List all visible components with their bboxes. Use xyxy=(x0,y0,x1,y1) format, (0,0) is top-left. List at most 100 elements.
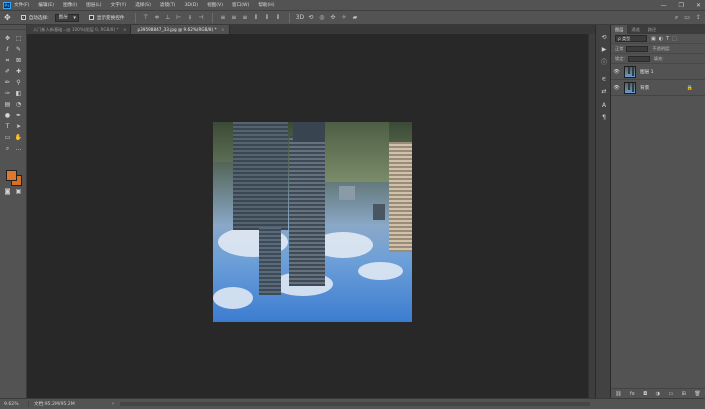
slide-3d-icon[interactable]: ✧ xyxy=(339,13,348,22)
zoom-tool-icon[interactable]: ⌕ xyxy=(3,144,12,153)
layer-row[interactable]: 👁 背景 🔒 xyxy=(611,80,705,96)
healing-brush-tool-icon[interactable]: ✚ xyxy=(14,67,23,76)
marquee-tool-icon[interactable]: ⬚ xyxy=(14,34,23,43)
align-left-icon[interactable]: ⊢ xyxy=(174,13,183,22)
distribute-bottom-icon[interactable]: ≡ xyxy=(240,13,249,22)
path-select-tool-icon[interactable]: ➤ xyxy=(14,122,23,131)
menu-window[interactable]: 窗口(W) xyxy=(232,2,249,8)
menu-select[interactable]: 选择(S) xyxy=(135,2,151,8)
document-image[interactable] xyxy=(213,122,412,322)
paragraph-icon[interactable]: ¶ xyxy=(600,113,608,121)
pen-tool-icon[interactable]: ✒ xyxy=(14,111,23,120)
gradient-tool-icon[interactable]: ▤ xyxy=(3,100,12,109)
foreground-color-swatch[interactable] xyxy=(6,170,17,181)
add-mask-icon[interactable]: ◘ xyxy=(643,391,647,397)
move-tool-icon[interactable]: ✥ xyxy=(3,34,12,43)
adjust-icon[interactable]: ⚟ xyxy=(600,75,608,83)
align-hcenter-icon[interactable]: ⫲ xyxy=(185,13,194,22)
swap-icon[interactable]: ⇄ xyxy=(600,87,608,95)
blend-mode-dropdown[interactable] xyxy=(626,45,649,52)
link-layers-icon[interactable]: ⛓ xyxy=(615,391,621,397)
layer-filter-dropdown[interactable]: ρ 类型 xyxy=(615,35,647,42)
new-layer-icon[interactable]: ⊞ xyxy=(682,391,686,397)
lock-options[interactable] xyxy=(627,55,650,62)
share-icon[interactable]: ⇪ xyxy=(696,14,701,22)
play-actions-icon[interactable]: ▶ xyxy=(600,45,608,53)
auto-select-checkbox[interactable]: ✓ xyxy=(20,15,26,20)
vertical-scrollbar[interactable] xyxy=(588,34,595,398)
distribute-right-icon[interactable]: ⦀ xyxy=(273,13,282,22)
crop-tool-icon[interactable]: ⌗ xyxy=(3,56,12,65)
visibility-eye-icon[interactable]: 👁 xyxy=(613,69,620,75)
layer-name[interactable]: 背景 xyxy=(640,85,649,91)
menu-filter[interactable]: 滤镜(T) xyxy=(160,2,176,8)
group-icon[interactable]: ▭ xyxy=(668,391,673,397)
document-tab-active[interactable]: p39598847_33.jpg @ 9.62%(RGB/8) * × xyxy=(131,25,230,34)
menu-image[interactable]: 图像(I) xyxy=(63,2,77,8)
orbit-3d-icon[interactable]: ⟲ xyxy=(306,13,315,22)
zoom-level[interactable]: 9.62% xyxy=(0,402,28,407)
eraser-tool-icon[interactable]: ◧ xyxy=(14,89,23,98)
menu-help[interactable]: 帮助(H) xyxy=(258,2,274,8)
align-vcenter-icon[interactable]: ≑ xyxy=(152,13,161,22)
minimize-button[interactable]: — xyxy=(661,2,667,9)
close-button[interactable]: ✕ xyxy=(696,2,701,9)
canvas-area[interactable] xyxy=(35,34,588,398)
dodge-tool-icon[interactable]: ● xyxy=(3,111,12,120)
filter-type-icon[interactable]: T xyxy=(666,36,669,42)
tab-paths[interactable]: 路径 xyxy=(644,25,660,34)
distribute-left-icon[interactable]: ⦀ xyxy=(251,13,260,22)
layer-style-icon[interactable]: fx xyxy=(630,391,635,397)
workspace-icon[interactable]: ▭ xyxy=(684,14,690,22)
scale-3d-icon[interactable]: ▰ xyxy=(350,13,359,22)
blur-tool-icon[interactable]: ◔ xyxy=(14,100,23,109)
history-brush-tool-icon[interactable]: ✑ xyxy=(3,89,12,98)
tab-close-icon[interactable]: × xyxy=(123,27,127,32)
show-transform-checkbox[interactable] xyxy=(88,15,94,20)
align-bottom-icon[interactable]: ⊥ xyxy=(163,13,172,22)
align-right-icon[interactable]: ⊣ xyxy=(196,13,205,22)
menu-edit[interactable]: 编辑(E) xyxy=(38,2,54,8)
visibility-eye-icon[interactable]: 👁 xyxy=(613,85,620,91)
document-tab[interactable]: 人门新人新基础...@ 100%(图层 0, RGB/8) * × xyxy=(27,25,132,34)
menu-3d[interactable]: 3D(D) xyxy=(184,3,198,8)
align-top-icon[interactable]: ⊤ xyxy=(141,13,150,22)
distribute-top-icon[interactable]: ≡ xyxy=(218,13,227,22)
screen-mode-icon[interactable]: ▣ xyxy=(14,187,23,196)
info-icon[interactable]: ⓘ xyxy=(600,57,608,66)
hand-tool-icon[interactable]: ✋ xyxy=(14,133,23,142)
brush-tool-icon[interactable]: ✏ xyxy=(3,78,12,87)
tab-layers[interactable]: 图层 xyxy=(611,25,628,34)
layer-row[interactable]: 👁 图层 1 xyxy=(611,64,705,80)
distribute-vcenter-icon[interactable]: ≡ xyxy=(229,13,238,22)
clone-stamp-tool-icon[interactable]: ⚲ xyxy=(14,78,23,87)
more-tools-icon[interactable]: … xyxy=(14,144,23,153)
lasso-tool-icon[interactable]: ℓ xyxy=(3,45,12,54)
filter-adjust-icon[interactable]: ◐ xyxy=(659,36,663,42)
menu-layer[interactable]: 图层(L) xyxy=(86,2,101,8)
roll-3d-icon[interactable]: ◎ xyxy=(317,13,326,22)
frame-tool-icon[interactable]: ⊠ xyxy=(14,56,23,65)
tab-close-icon[interactable]: × xyxy=(221,27,225,32)
delete-layer-icon[interactable]: 🗑 xyxy=(694,391,700,397)
tab-channels[interactable]: 通道 xyxy=(627,25,643,34)
layer-name[interactable]: 图层 1 xyxy=(640,69,654,75)
menu-view[interactable]: 视图(V) xyxy=(207,2,223,8)
document-info[interactable]: 文档:95.2M/95.2M xyxy=(28,401,108,407)
restore-button[interactable]: ❐ xyxy=(679,2,684,9)
adjustment-layer-icon[interactable]: ◑ xyxy=(656,391,660,397)
drag-3d-icon[interactable]: ✣ xyxy=(328,13,337,22)
menu-type[interactable]: 文字(Y) xyxy=(111,2,127,8)
move-tool-icon[interactable]: ✥ xyxy=(4,13,11,22)
character-icon[interactable]: A xyxy=(600,101,608,109)
horizontal-scrollbar[interactable] xyxy=(120,402,590,406)
quick-mask-icon[interactable]: ◙ xyxy=(3,187,12,196)
search-icon[interactable]: ⌕ xyxy=(675,14,678,22)
eyedropper-tool-icon[interactable]: ✐ xyxy=(3,67,12,76)
distribute-hcenter-icon[interactable]: ⦀ xyxy=(262,13,271,22)
rectangle-tool-icon[interactable]: ▭ xyxy=(3,133,12,142)
status-menu-arrow-icon[interactable]: › xyxy=(112,401,114,407)
quick-select-tool-icon[interactable]: ✎ xyxy=(14,45,23,54)
filter-pixel-icon[interactable]: ▣ xyxy=(651,36,656,42)
menu-file[interactable]: 文件(F) xyxy=(14,2,29,8)
